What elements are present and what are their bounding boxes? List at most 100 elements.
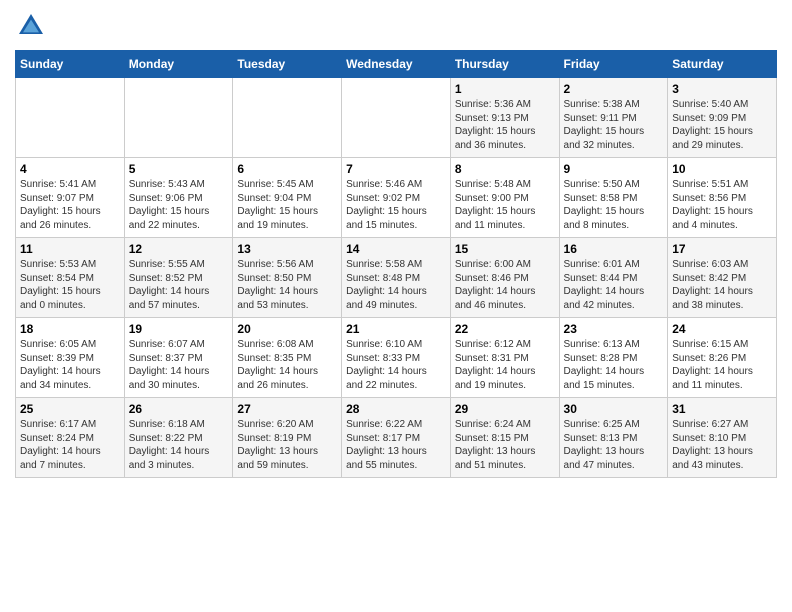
day-number: 11 (20, 242, 120, 256)
day-info: Sunrise: 6:25 AM Sunset: 8:13 PM Dayligh… (564, 418, 664, 472)
calendar-cell: 27 Sunrise: 6:20 AM Sunset: 8:19 PM Dayli… (233, 398, 342, 478)
day-info: Sunrise: 5:58 AM Sunset: 8:48 PM Dayligh… (346, 258, 446, 312)
day-info: Sunrise: 6:18 AM Sunset: 8:22 PM Dayligh… (129, 418, 229, 472)
day-info: Sunrise: 5:48 AM Sunset: 9:00 PM Dayligh… (455, 178, 555, 232)
calendar-cell: 21 Sunrise: 6:10 AM Sunset: 8:33 PM Dayli… (342, 318, 451, 398)
calendar-week-row: 18Sunrise: 6:05 AM Sunset: 8:39 PM Dayli… (16, 318, 777, 398)
day-number: 17 (672, 242, 772, 256)
day-info: Sunrise: 5:40 AM Sunset: 9:09 PM Dayligh… (672, 98, 772, 152)
weekday-header-row: SundayMondayTuesdayWednesdayThursdayFrid… (16, 51, 777, 78)
day-info: Sunrise: 5:38 AM Sunset: 9:11 PM Dayligh… (564, 98, 664, 152)
day-number: 2 (564, 82, 664, 96)
day-info: Sunrise: 5:45 AM Sunset: 9:04 PM Dayligh… (237, 178, 337, 232)
calendar-week-row: 25 Sunrise: 6:17 AM Sunset: 8:24 PM Dayli… (16, 398, 777, 478)
day-number: 6 (237, 162, 337, 176)
day-info: Sunrise: 6:12 AM Sunset: 8:31 PM Dayligh… (455, 338, 555, 392)
day-info: Sunrise: 6:10 AM Sunset: 8:33 PM Dayligh… (346, 338, 446, 392)
day-info: Sunrise: 6:08 AM Sunset: 8:35 PM Dayligh… (237, 338, 337, 392)
day-number: 1 (455, 82, 555, 96)
day-info: Sunrise: 6:03 AM Sunset: 8:42 PM Dayligh… (672, 258, 772, 312)
calendar-cell: 4Sunrise: 5:41 AM Sunset: 9:07 PM Daylig… (16, 158, 125, 238)
calendar-body: 1 Sunrise: 5:36 AM Sunset: 9:13 PM Daylig… (16, 78, 777, 478)
weekday-header-thursday: Thursday (450, 51, 559, 78)
calendar-cell: 6 Sunrise: 5:45 AM Sunset: 9:04 PM Daylig… (233, 158, 342, 238)
day-info: Sunrise: 5:51 AM Sunset: 8:56 PM Dayligh… (672, 178, 772, 232)
day-number: 15 (455, 242, 555, 256)
calendar-cell: 10Sunrise: 5:51 AM Sunset: 8:56 PM Dayli… (668, 158, 777, 238)
calendar-header: SundayMondayTuesdayWednesdayThursdayFrid… (16, 51, 777, 78)
day-info: Sunrise: 6:22 AM Sunset: 8:17 PM Dayligh… (346, 418, 446, 472)
calendar-cell (342, 78, 451, 158)
weekday-header-monday: Monday (124, 51, 233, 78)
calendar-cell: 13 Sunrise: 5:56 AM Sunset: 8:50 PM Dayli… (233, 238, 342, 318)
day-number: 5 (129, 162, 229, 176)
calendar-cell: 11Sunrise: 5:53 AM Sunset: 8:54 PM Dayli… (16, 238, 125, 318)
day-info: Sunrise: 5:43 AM Sunset: 9:06 PM Dayligh… (129, 178, 229, 232)
weekday-header-friday: Friday (559, 51, 668, 78)
day-info: Sunrise: 5:56 AM Sunset: 8:50 PM Dayligh… (237, 258, 337, 312)
calendar-cell: 8 Sunrise: 5:48 AM Sunset: 9:00 PM Daylig… (450, 158, 559, 238)
calendar-cell: 18Sunrise: 6:05 AM Sunset: 8:39 PM Dayli… (16, 318, 125, 398)
day-info: Sunrise: 5:46 AM Sunset: 9:02 PM Dayligh… (346, 178, 446, 232)
calendar-cell: 17 Sunrise: 6:03 AM Sunset: 8:42 PM Dayli… (668, 238, 777, 318)
weekday-header-saturday: Saturday (668, 51, 777, 78)
day-info: Sunrise: 6:20 AM Sunset: 8:19 PM Dayligh… (237, 418, 337, 472)
calendar-cell: 22 Sunrise: 6:12 AM Sunset: 8:31 PM Dayli… (450, 318, 559, 398)
calendar-cell (233, 78, 342, 158)
day-number: 28 (346, 402, 446, 416)
day-number: 23 (564, 322, 664, 336)
day-number: 22 (455, 322, 555, 336)
page-header (15, 10, 777, 42)
day-info: Sunrise: 6:27 AM Sunset: 8:10 PM Dayligh… (672, 418, 772, 472)
day-number: 26 (129, 402, 229, 416)
day-info: Sunrise: 6:00 AM Sunset: 8:46 PM Dayligh… (455, 258, 555, 312)
day-info: Sunrise: 6:01 AM Sunset: 8:44 PM Dayligh… (564, 258, 664, 312)
calendar-cell: 24Sunrise: 6:15 AM Sunset: 8:26 PM Dayli… (668, 318, 777, 398)
day-info: Sunrise: 5:55 AM Sunset: 8:52 PM Dayligh… (129, 258, 229, 312)
calendar-cell: 1 Sunrise: 5:36 AM Sunset: 9:13 PM Daylig… (450, 78, 559, 158)
calendar-cell: 3 Sunrise: 5:40 AM Sunset: 9:09 PM Daylig… (668, 78, 777, 158)
day-info: Sunrise: 6:07 AM Sunset: 8:37 PM Dayligh… (129, 338, 229, 392)
day-number: 31 (672, 402, 772, 416)
weekday-header-tuesday: Tuesday (233, 51, 342, 78)
day-info: Sunrise: 5:36 AM Sunset: 9:13 PM Dayligh… (455, 98, 555, 152)
calendar-cell: 2 Sunrise: 5:38 AM Sunset: 9:11 PM Daylig… (559, 78, 668, 158)
day-number: 14 (346, 242, 446, 256)
day-number: 7 (346, 162, 446, 176)
calendar-cell: 30 Sunrise: 6:25 AM Sunset: 8:13 PM Dayli… (559, 398, 668, 478)
day-number: 9 (564, 162, 664, 176)
calendar-cell: 14 Sunrise: 5:58 AM Sunset: 8:48 PM Dayli… (342, 238, 451, 318)
day-number: 25 (20, 402, 120, 416)
day-info: Sunrise: 5:41 AM Sunset: 9:07 PM Dayligh… (20, 178, 120, 232)
day-number: 12 (129, 242, 229, 256)
day-info: Sunrise: 6:15 AM Sunset: 8:26 PM Dayligh… (672, 338, 772, 392)
calendar-cell: 26 Sunrise: 6:18 AM Sunset: 8:22 PM Dayli… (124, 398, 233, 478)
calendar-cell: 29Sunrise: 6:24 AM Sunset: 8:15 PM Dayli… (450, 398, 559, 478)
calendar-cell (16, 78, 125, 158)
calendar-cell: 15 Sunrise: 6:00 AM Sunset: 8:46 PM Dayli… (450, 238, 559, 318)
calendar-cell: 23 Sunrise: 6:13 AM Sunset: 8:28 PM Dayli… (559, 318, 668, 398)
day-number: 21 (346, 322, 446, 336)
calendar-week-row: 4Sunrise: 5:41 AM Sunset: 9:07 PM Daylig… (16, 158, 777, 238)
day-number: 16 (564, 242, 664, 256)
day-number: 30 (564, 402, 664, 416)
day-number: 20 (237, 322, 337, 336)
calendar-cell: 9 Sunrise: 5:50 AM Sunset: 8:58 PM Daylig… (559, 158, 668, 238)
logo (15, 10, 51, 42)
calendar-cell: 5 Sunrise: 5:43 AM Sunset: 9:06 PM Daylig… (124, 158, 233, 238)
day-number: 27 (237, 402, 337, 416)
day-number: 8 (455, 162, 555, 176)
day-number: 3 (672, 82, 772, 96)
day-info: Sunrise: 5:50 AM Sunset: 8:58 PM Dayligh… (564, 178, 664, 232)
calendar-cell: 12 Sunrise: 5:55 AM Sunset: 8:52 PM Dayli… (124, 238, 233, 318)
day-info: Sunrise: 6:05 AM Sunset: 8:39 PM Dayligh… (20, 338, 120, 392)
day-info: Sunrise: 6:13 AM Sunset: 8:28 PM Dayligh… (564, 338, 664, 392)
calendar-week-row: 1 Sunrise: 5:36 AM Sunset: 9:13 PM Daylig… (16, 78, 777, 158)
day-info: Sunrise: 6:17 AM Sunset: 8:24 PM Dayligh… (20, 418, 120, 472)
calendar-cell: 16 Sunrise: 6:01 AM Sunset: 8:44 PM Dayli… (559, 238, 668, 318)
calendar-cell: 31 Sunrise: 6:27 AM Sunset: 8:10 PM Dayli… (668, 398, 777, 478)
day-number: 13 (237, 242, 337, 256)
day-number: 19 (129, 322, 229, 336)
calendar-cell (124, 78, 233, 158)
calendar-week-row: 11Sunrise: 5:53 AM Sunset: 8:54 PM Dayli… (16, 238, 777, 318)
